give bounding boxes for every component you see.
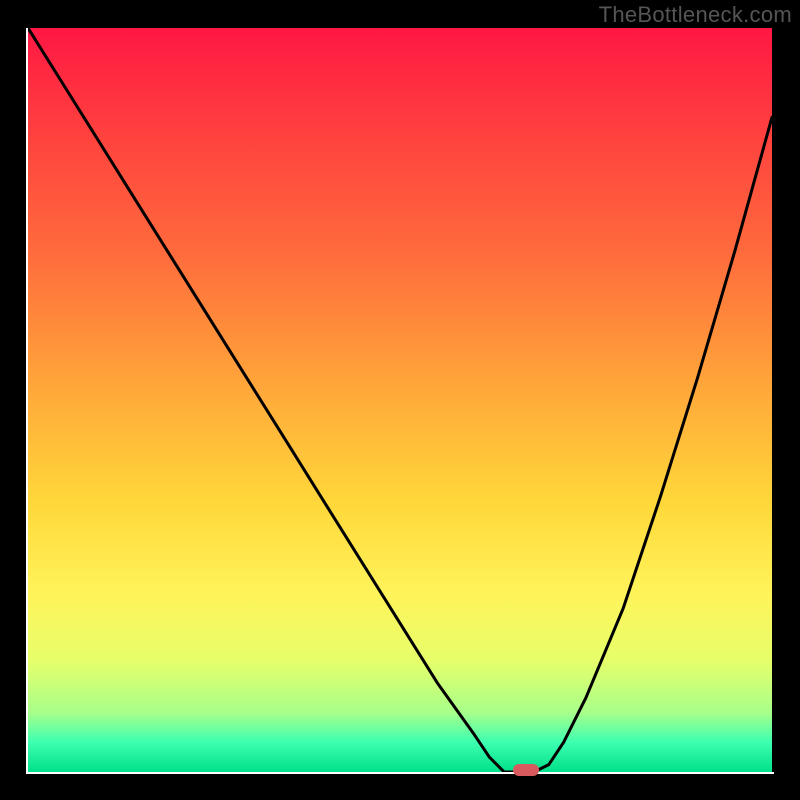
watermark-text: TheBottleneck.com — [599, 2, 792, 28]
bottleneck-curve — [28, 28, 772, 772]
chart-frame: TheBottleneck.com — [0, 0, 800, 800]
optimal-point-marker — [513, 764, 539, 776]
x-axis — [26, 772, 774, 774]
y-axis — [26, 28, 28, 774]
